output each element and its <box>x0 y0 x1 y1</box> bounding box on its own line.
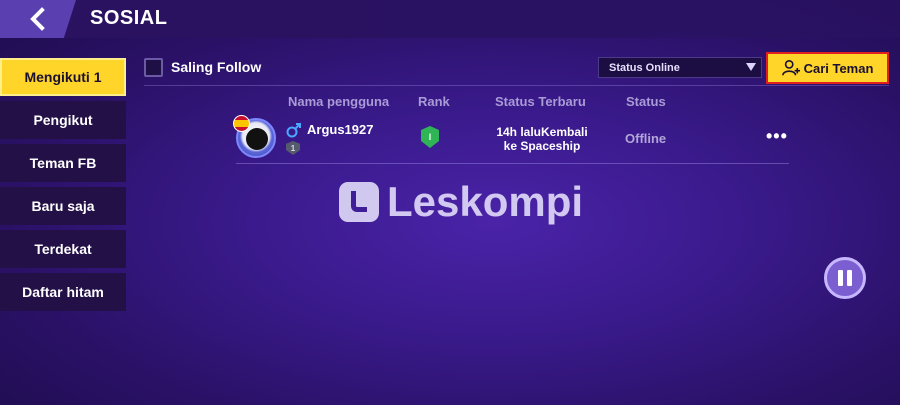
online-status: Offline <box>625 131 667 146</box>
spain-flag-icon <box>233 115 250 132</box>
sidebar-item-nearby[interactable]: Terdekat <box>0 230 126 268</box>
top-bar: SOSIAL <box>0 0 900 38</box>
sidebar-item-following[interactable]: Mengikuti 1 <box>0 58 126 96</box>
pause-button[interactable] <box>824 257 866 299</box>
watermark-text: Leskompi <box>387 178 584 225</box>
filter-row: Saling Follow Status Online Cari Teman <box>144 52 889 85</box>
watermark: Leskompi <box>339 178 583 226</box>
level-badge: 1 <box>286 141 300 155</box>
more-options-button[interactable]: ••• <box>766 126 788 147</box>
sidebar-item-recent[interactable]: Baru saja <box>0 187 126 225</box>
mutual-follow-label[interactable]: Saling Follow <box>171 59 261 75</box>
page-title: SOSIAL <box>90 7 168 29</box>
pause-icon <box>838 270 843 286</box>
latest-status: 14h laluKembali ke Spaceship <box>482 125 602 153</box>
column-header-rank: Rank <box>418 94 450 109</box>
mutual-follow-checkbox[interactable] <box>144 58 163 77</box>
table-row[interactable]: Argus1927 1 I 14h laluKembali ke Spacesh… <box>233 112 789 164</box>
sidebar-item-blacklist[interactable]: Daftar hitam <box>0 273 126 311</box>
sidebar: Mengikuti 1 Pengikut Teman FB Baru saja … <box>0 58 128 316</box>
status-filter-select[interactable]: Status Online <box>598 57 762 78</box>
status-filter-value: Status Online <box>609 61 680 74</box>
sidebar-item-followers[interactable]: Pengikut <box>0 101 126 139</box>
search-friend-button[interactable]: Cari Teman <box>766 52 889 84</box>
chevron-left-icon <box>30 7 45 31</box>
row-divider <box>236 163 789 164</box>
watermark-logo-icon <box>339 182 379 222</box>
rank-badge: I <box>421 126 439 148</box>
back-button[interactable] <box>0 0 76 38</box>
column-header-username: Nama pengguna <box>288 94 390 109</box>
divider <box>144 85 889 86</box>
male-icon <box>286 123 301 138</box>
username: Argus1927 <box>307 122 374 137</box>
column-header-latest-status: Status Terbaru <box>495 94 586 109</box>
sidebar-item-fb-friends[interactable]: Teman FB <box>0 144 126 182</box>
dropdown-caret-icon <box>746 63 756 71</box>
latest-status-line2: ke Spaceship <box>503 139 581 153</box>
latest-status-line1: 14h laluKembali <box>496 125 588 139</box>
add-user-icon <box>781 59 800 76</box>
column-header-status: Status <box>626 94 666 109</box>
search-friend-label: Cari Teman <box>803 60 874 76</box>
